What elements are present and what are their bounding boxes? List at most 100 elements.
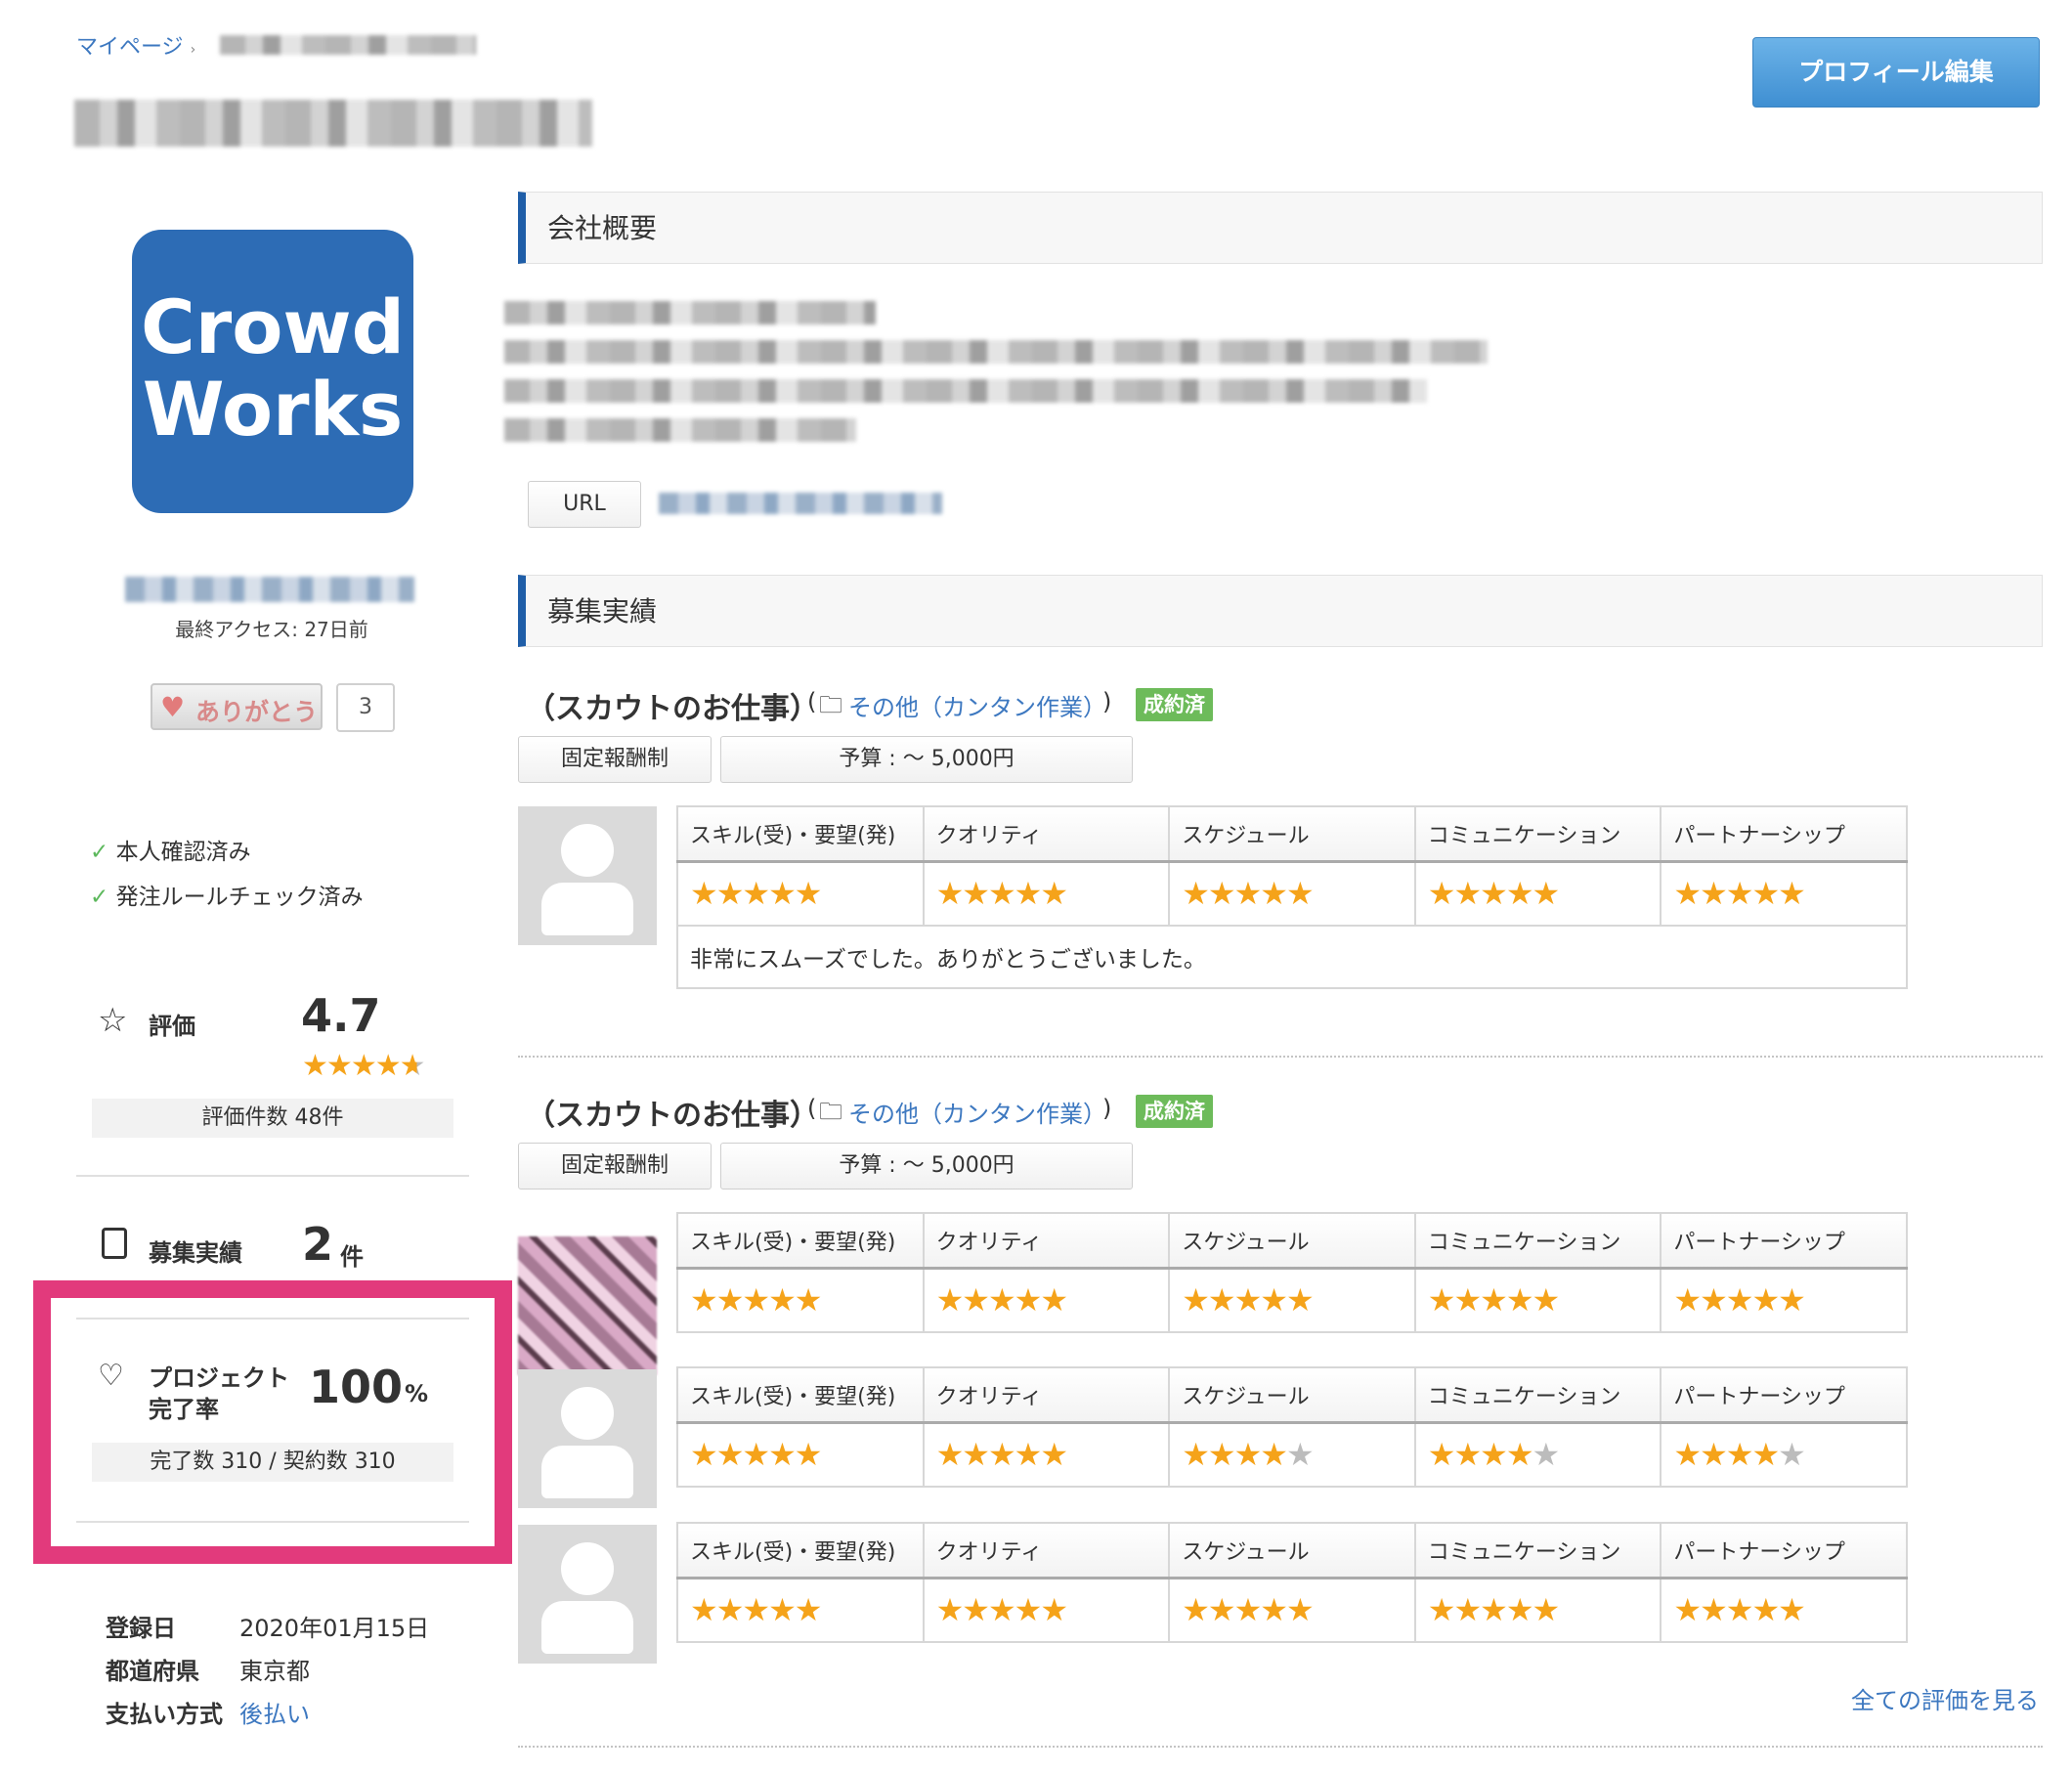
reviewer-avatar[interactable] — [518, 1236, 657, 1375]
verification-rules-label: 発注ルールチェック済み — [115, 885, 364, 910]
verification-identity: ✓ 本人確認済み — [90, 833, 251, 866]
url-label: URL — [528, 481, 641, 528]
category-link[interactable]: その他（カンタン作業） — [848, 688, 1106, 722]
status-badge: 成約済 — [1136, 1095, 1213, 1128]
star-rating: ★★★★★ — [690, 1591, 822, 1629]
company-text-redacted — [504, 379, 1427, 403]
breadcrumb-separator: › — [190, 42, 196, 58]
divider — [518, 1056, 2043, 1058]
col-header-schedule: スケジュール — [1169, 1213, 1416, 1270]
status-badge: 成約済 — [1136, 688, 1213, 721]
col-header-partnership: パートナーシップ — [1661, 1213, 1908, 1270]
category-paren-open: ( — [807, 1095, 817, 1122]
star-rating: ★★★★★ — [1427, 1436, 1560, 1474]
review-table: スキル(受)・要望(発) クオリティ スケジュール コミュニケーション パートナーシップ… — [676, 1212, 1908, 1333]
rating-label: 評価 — [149, 1013, 195, 1040]
job-title[interactable]: （スカウトのお仕事） — [526, 684, 819, 727]
divider — [76, 1318, 469, 1320]
clipboard-icon — [102, 1228, 127, 1259]
star-rating: ★★★★★ — [1427, 1591, 1560, 1629]
star-rating: ★★★★★ — [1182, 1436, 1314, 1474]
star-rating: ★★★★★ — [1673, 875, 1805, 913]
recruit-unit: 件 — [340, 1243, 364, 1271]
category-paren-open: ( — [807, 688, 817, 715]
col-header-schedule: スケジュール — [1169, 1367, 1416, 1424]
breadcrumb-home[interactable]: マイページ — [76, 35, 184, 60]
col-header-partnership: パートナーシップ — [1661, 1523, 1908, 1579]
completion-value: 100 — [309, 1361, 404, 1413]
col-header-schedule: スケジュール — [1169, 1523, 1416, 1579]
star-outline-icon: ☆ — [98, 1001, 128, 1040]
company-url-link-redacted[interactable] — [659, 493, 942, 514]
verification-rules: ✓ 発注ルールチェック済み — [90, 878, 364, 911]
reviewer-avatar[interactable] — [518, 1525, 657, 1664]
col-header-skill: スキル(受)・要望(発) — [677, 1213, 925, 1270]
info-value-payment-link[interactable]: 後払い — [239, 1695, 310, 1729]
col-header-skill: スキル(受)・要望(発) — [677, 1367, 925, 1424]
category-link[interactable]: その他（カンタン作業） — [848, 1095, 1106, 1129]
star-rating: ★★★★★ — [1673, 1281, 1805, 1320]
review-table: スキル(受)・要望(発) クオリティ スケジュール コミュニケーション パートナーシップ… — [676, 805, 1908, 989]
star-rating: ★★★★★ — [1427, 1281, 1560, 1320]
star-rating: ★★★★★ — [935, 1591, 1068, 1629]
handshake-icon: ♡ — [98, 1359, 124, 1393]
star-icon: ★ — [325, 1049, 353, 1083]
star-rating: ★★★★★ — [935, 1436, 1068, 1474]
rating-stars: ★★★★★ — [302, 1049, 426, 1083]
review-table: スキル(受)・要望(発) クオリティ スケジュール コミュニケーション パートナーシップ… — [676, 1366, 1908, 1488]
col-header-schedule: スケジュール — [1169, 806, 1416, 863]
star-rating: ★★★★★ — [1182, 1591, 1314, 1629]
company-heading: 会社概要 — [518, 192, 2043, 264]
star-icon: ★ — [350, 1049, 377, 1083]
history-heading: 募集実績 — [518, 575, 2043, 647]
check-circle-icon: ✓ — [90, 885, 109, 910]
thanks-label: ありがとう — [195, 698, 319, 726]
col-header-quality: クオリティ — [923, 1367, 1171, 1424]
breadcrumb: マイページ › — [76, 29, 195, 61]
company-text-redacted — [504, 418, 856, 442]
star-rating: ★★★★★ — [690, 1281, 822, 1320]
heart-icon: ♥ — [160, 691, 186, 723]
thanks-count: 3 — [336, 683, 395, 732]
see-all-reviews-link[interactable]: 全ての評価を見る — [1851, 1681, 2039, 1715]
info-label-registered: 登録日 — [106, 1615, 176, 1642]
payment-type-tag: 固定報酬制 — [518, 1143, 712, 1190]
edit-profile-button[interactable]: プロフィール編集 — [1752, 37, 2040, 108]
col-header-communication: コミュニケーション — [1414, 806, 1662, 863]
rating-count: 評価件数 48件 — [92, 1099, 453, 1138]
review-table: スキル(受)・要望(発) クオリティ スケジュール コミュニケーション パートナーシップ… — [676, 1522, 1908, 1643]
info-value-registered: 2020年01月15日 — [239, 1615, 430, 1642]
star-rating: ★★★★★ — [1182, 1281, 1314, 1320]
completion-unit: % — [405, 1380, 429, 1407]
star-icon: ★ — [399, 1049, 426, 1083]
completion-label-1: プロジェクト — [149, 1364, 289, 1392]
col-header-quality: クオリティ — [923, 1523, 1171, 1579]
logo-text-line2: Works — [142, 366, 404, 453]
star-rating: ★★★★★ — [1673, 1591, 1805, 1629]
breadcrumb-current-redacted — [220, 35, 476, 55]
folder-icon: 🗀 — [819, 691, 842, 718]
verification-identity-label: 本人確認済み — [115, 840, 251, 865]
reviewer-avatar[interactable] — [518, 806, 657, 945]
category-paren-close: ) — [1102, 688, 1112, 715]
payment-type-tag: 固定報酬制 — [518, 736, 712, 783]
category-paren-close: ) — [1102, 1095, 1112, 1122]
last-access: 最終アクセス: 27日前 — [175, 618, 368, 641]
star-rating: ★★★★★ — [935, 875, 1068, 913]
col-header-communication: コミュニケーション — [1414, 1523, 1662, 1579]
job-title[interactable]: （スカウトのお仕事） — [526, 1091, 819, 1134]
divider — [518, 1746, 2043, 1748]
col-header-skill: スキル(受)・要望(発) — [677, 806, 925, 863]
completion-label-2: 完了率 — [149, 1396, 219, 1423]
company-text-redacted — [504, 340, 1488, 364]
thanks-button[interactable]: ♥ ありがとう — [151, 683, 323, 730]
info-label-prefecture: 都道府県 — [106, 1658, 199, 1685]
folder-icon: 🗀 — [819, 1098, 842, 1125]
col-header-communication: コミュニケーション — [1414, 1367, 1662, 1424]
budget-tag: 予算 : 〜 5,000円 — [720, 736, 1133, 783]
star-rating: ★★★★★ — [1182, 875, 1314, 913]
reviewer-avatar[interactable] — [518, 1369, 657, 1508]
star-rating: ★★★★★ — [935, 1281, 1068, 1320]
divider — [76, 1175, 469, 1177]
check-circle-icon: ✓ — [90, 840, 109, 865]
